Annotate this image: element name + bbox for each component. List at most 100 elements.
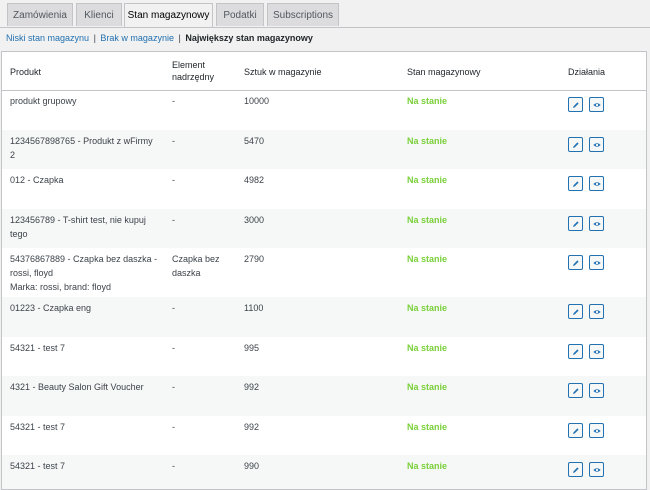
tab-subscriptions[interactable]: Subscriptions — [267, 3, 339, 26]
eye-icon — [592, 429, 601, 433]
product-name[interactable]: 1234567898765 - Produkt z wFirmy 2 — [10, 134, 160, 162]
stock-status: Na stanie — [407, 382, 448, 392]
stock-status: Na stanie — [407, 461, 448, 471]
pencil-icon — [573, 181, 579, 187]
table-row: 54376867889 - Czapka bez daszka - rossi,… — [2, 248, 646, 297]
column-header-actions: Działania — [568, 67, 606, 77]
stock-table: Produkt Element nadrzędny Sztuk w magazy… — [1, 51, 647, 490]
row-actions — [568, 462, 607, 477]
pencil-icon — [573, 309, 579, 315]
view-button[interactable] — [588, 97, 604, 112]
row-actions — [568, 344, 607, 359]
parent-item: - — [172, 461, 175, 471]
parent-item: - — [172, 96, 175, 106]
row-actions — [568, 383, 607, 398]
subnav-separator: | — [178, 33, 181, 43]
row-actions — [568, 255, 607, 270]
column-header-product[interactable]: Produkt — [10, 66, 41, 78]
column-header-qty[interactable]: Sztuk w magazynie — [244, 66, 322, 78]
view-button[interactable] — [588, 176, 604, 191]
tab-stock[interactable]: Stan magazynowy — [124, 3, 213, 27]
pencil-icon — [573, 388, 579, 394]
tab-orders[interactable]: Zamówienia — [7, 3, 73, 26]
pencil-icon — [573, 349, 579, 355]
eye-icon — [592, 222, 601, 226]
edit-button[interactable] — [568, 462, 583, 477]
stock-quantity: 4982 — [244, 175, 265, 185]
product-name[interactable]: 54376867889 - Czapka bez daszka - rossi,… — [10, 252, 160, 280]
eye-icon — [592, 350, 601, 354]
table-row: 123456789 - T-shirt test, nie kupuj tego… — [2, 209, 646, 248]
pencil-icon — [573, 102, 579, 108]
eye-icon — [592, 103, 601, 107]
product-name[interactable]: 54321 - test 7 — [10, 341, 160, 355]
table-row: 54321 - test 7 - 992 Na stanie — [2, 416, 646, 455]
view-button[interactable] — [588, 462, 604, 477]
edit-button[interactable] — [568, 216, 583, 231]
stock-quantity: 990 — [244, 461, 260, 471]
parent-item: - — [172, 382, 175, 392]
link-low-stock[interactable]: Niski stan magazynu — [6, 33, 89, 43]
stock-status: Na stanie — [407, 96, 448, 106]
edit-button[interactable] — [568, 176, 583, 191]
parent-item: - — [172, 422, 175, 432]
table-row: 4321 - Beauty Salon Gift Voucher - 992 N… — [2, 376, 646, 416]
table-row: 01223 - Czapka eng - 1100 Na stanie — [2, 297, 646, 337]
stock-status: Na stanie — [407, 343, 448, 353]
row-actions — [568, 216, 607, 231]
edit-button[interactable] — [568, 423, 583, 438]
pencil-icon — [573, 467, 579, 473]
subnav-separator: | — [93, 33, 96, 43]
product-name[interactable]: 01223 - Czapka eng — [10, 301, 160, 315]
parent-item: - — [172, 215, 175, 225]
stock-status: Na stanie — [407, 303, 448, 313]
edit-button[interactable] — [568, 304, 583, 319]
product-name[interactable]: 012 - Czapka — [10, 173, 160, 187]
table-row: produkt grupowy - 10000 Na stanie — [2, 90, 646, 130]
product-name[interactable]: 54321 - test 7 — [10, 459, 160, 473]
link-most-stocked: Największy stan magazynowy — [185, 33, 313, 43]
stock-status: Na stanie — [407, 215, 448, 225]
eye-icon — [592, 310, 601, 314]
view-button[interactable] — [588, 344, 604, 359]
edit-button[interactable] — [568, 97, 583, 112]
column-header-parent[interactable]: Element nadrzędny — [172, 59, 222, 83]
eye-icon — [592, 389, 601, 393]
product-name[interactable]: 123456789 - T-shirt test, nie kupuj tego — [10, 213, 160, 241]
column-header-status[interactable]: Stan magazynowy — [407, 66, 481, 78]
edit-button[interactable] — [568, 137, 583, 152]
edit-button[interactable] — [568, 383, 583, 398]
stock-status: Na stanie — [407, 175, 448, 185]
parent-item: - — [172, 175, 175, 185]
row-actions — [568, 176, 607, 191]
view-button[interactable] — [588, 383, 604, 398]
product-name[interactable]: 54321 - test 7 — [10, 420, 160, 434]
stock-status: Na stanie — [407, 254, 448, 264]
product-name[interactable]: 4321 - Beauty Salon Gift Voucher — [10, 380, 160, 394]
stock-quantity: 5470 — [244, 136, 265, 146]
stock-subnav: Niski stan magazynu | Brak w magazynie |… — [6, 33, 313, 43]
pencil-icon — [573, 428, 579, 434]
eye-icon — [592, 261, 601, 265]
stock-quantity: 995 — [244, 343, 260, 353]
parent-item: - — [172, 136, 175, 146]
view-button[interactable] — [588, 423, 604, 438]
row-actions — [568, 137, 607, 152]
view-button[interactable] — [588, 137, 604, 152]
tab-taxes[interactable]: Podatki — [216, 3, 264, 26]
parent-item: - — [172, 303, 175, 313]
stock-quantity: 992 — [244, 422, 260, 432]
product-name[interactable]: produkt grupowy — [10, 94, 160, 108]
stock-status: Na stanie — [407, 136, 448, 146]
tab-customers[interactable]: Klienci — [76, 3, 122, 26]
edit-button[interactable] — [568, 255, 583, 270]
stock-status: Na stanie — [407, 422, 448, 432]
parent-item: Czapka bez daszka — [172, 254, 220, 278]
edit-button[interactable] — [568, 344, 583, 359]
row-actions — [568, 423, 607, 438]
link-out-of-stock[interactable]: Brak w magazynie — [100, 33, 174, 43]
view-button[interactable] — [588, 216, 604, 231]
row-actions — [568, 97, 607, 112]
view-button[interactable] — [588, 304, 604, 319]
view-button[interactable] — [588, 255, 604, 270]
